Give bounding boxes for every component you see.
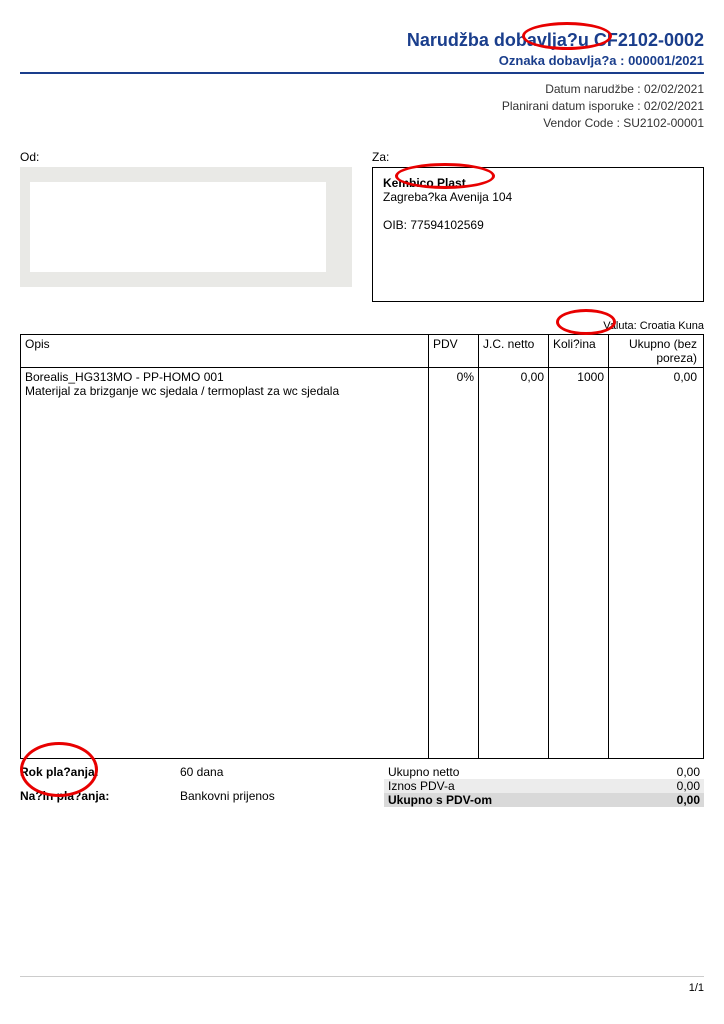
th-total: Ukupno (bez poreza) (608, 335, 703, 367)
document-header: Narudžba dobavlja?u CF2102-0002 Oznaka d… (20, 30, 704, 130)
from-party: Od: (20, 150, 352, 302)
total-net-row: Ukupno netto 0,00 (384, 765, 704, 779)
to-party: Za: Kembico Plast Zagreba?ka Avenija 104… (372, 150, 704, 302)
payment-method-value: Bankovni prijenos (180, 789, 275, 803)
page-footer: 1/1 (20, 976, 704, 994)
to-name: Kembico Plast (383, 176, 693, 190)
total-net-label: Ukupno netto (388, 765, 459, 779)
to-label: Za: (372, 150, 704, 164)
order-title: Narudžba dobavlja?u CF2102-0002 (20, 30, 704, 51)
payment-method-label: Na?in pla?anja: (20, 789, 180, 803)
total-gross-label: Ukupno s PDV-om (388, 793, 492, 807)
payment-deadline-value: 60 dana (180, 765, 223, 779)
to-address: Zagreba?ka Avenija 104 (383, 190, 693, 204)
th-description: Opis (21, 335, 428, 367)
page-number: 1/1 (20, 982, 704, 994)
to-oib: OIB: 77594102569 (383, 218, 693, 232)
from-redacted (30, 182, 326, 272)
payment-terms: Rok pla?anja: 60 dana Na?in pla?anja: Ba… (20, 765, 384, 813)
item-line2: Materijal za brizganje wc sjedala / term… (25, 384, 424, 398)
footer-rule (20, 976, 704, 977)
planned-delivery: Planirani datum isporuke : 02/02/2021 (20, 99, 704, 113)
item-quantity: 1000 (548, 368, 608, 758)
item-total: 0,00 (608, 368, 703, 758)
totals-block: Ukupno netto 0,00 Iznos PDV-a 0,00 Ukupn… (384, 765, 704, 813)
vendor-code: Vendor Code : SU2102-00001 (20, 116, 704, 130)
total-gross-row: Ukupno s PDV-om 0,00 (384, 793, 704, 807)
th-vat: PDV (428, 335, 478, 367)
currency-label: Valuta: Croatia Kuna (20, 320, 704, 332)
from-box (20, 167, 352, 287)
total-vat-value: 0,00 (677, 779, 700, 793)
items-table: Opis PDV J.C. netto Koli?ina Ukupno (bez… (20, 334, 704, 759)
item-unit-price: 0,00 (478, 368, 548, 758)
table-header: Opis PDV J.C. netto Koli?ina Ukupno (bez… (21, 335, 703, 368)
parties-row: Od: Za: Kembico Plast Zagreba?ka Avenija… (20, 150, 704, 302)
th-unit-price: J.C. netto (478, 335, 548, 367)
vendor-ref: Oznaka dobavlja?a : 000001/2021 (20, 53, 704, 68)
from-label: Od: (20, 150, 352, 164)
table-body: Borealis_HG313MO - PP-HOMO 001 Materijal… (21, 368, 703, 758)
order-date: Datum narudžbe : 02/02/2021 (20, 82, 704, 96)
header-rule (20, 72, 704, 74)
item-line1: Borealis_HG313MO - PP-HOMO 001 (25, 370, 424, 384)
total-vat-label: Iznos PDV-a (388, 779, 455, 793)
total-net-value: 0,00 (677, 765, 700, 779)
payment-deadline-label: Rok pla?anja: (20, 765, 180, 779)
th-quantity: Koli?ina (548, 335, 608, 367)
item-vat: 0% (428, 368, 478, 758)
bottom-row: Rok pla?anja: 60 dana Na?in pla?anja: Ba… (20, 765, 704, 813)
total-gross-value: 0,00 (677, 793, 700, 807)
item-description: Borealis_HG313MO - PP-HOMO 001 Materijal… (21, 368, 428, 758)
total-vat-row: Iznos PDV-a 0,00 (384, 779, 704, 793)
to-box: Kembico Plast Zagreba?ka Avenija 104 OIB… (372, 167, 704, 302)
